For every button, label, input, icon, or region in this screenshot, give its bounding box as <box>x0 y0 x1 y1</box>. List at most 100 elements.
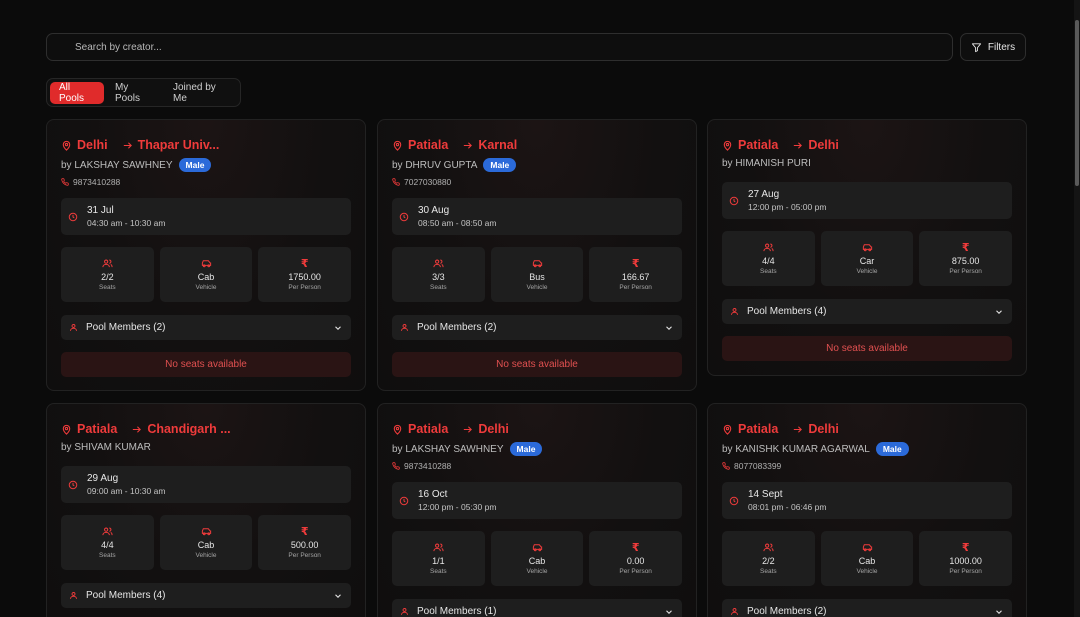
price-label: Per Person <box>619 283 652 291</box>
status-no-seats: No seats available <box>61 352 351 377</box>
rupee-icon: ₹ <box>631 257 640 270</box>
clock-icon <box>399 212 409 221</box>
vehicle-stat: Bus Vehicle <box>490 247 584 302</box>
users-icon <box>763 243 774 251</box>
vehicle-value: Car <box>859 255 875 266</box>
route-from: Delhi <box>77 138 108 152</box>
vehicle-value: Cab <box>858 555 876 566</box>
seats-label: Seats <box>760 267 777 275</box>
vehicle-stat: Cab Vehicle <box>159 247 253 302</box>
date-time-box: 14 Sept 08:01 pm - 06:46 pm <box>722 482 1012 519</box>
arrow-right-icon <box>123 141 132 149</box>
route-from: Patiala <box>738 422 779 436</box>
seats-label: Seats <box>430 567 447 575</box>
user-icon <box>70 324 77 331</box>
phone-icon <box>392 178 400 186</box>
arrow-right-icon <box>794 141 803 149</box>
rupee-icon: ₹ <box>300 525 309 538</box>
pool-card[interactable]: Patiala Chandigarh ... by SHIVAM KUMAR 2… <box>46 403 366 617</box>
vehicle-label: Vehicle <box>856 567 878 575</box>
users-icon <box>433 259 444 267</box>
tab-my-pools[interactable]: My Pools <box>106 82 162 104</box>
price-label: Per Person <box>288 551 321 559</box>
pool-card[interactable]: Patiala Delhi by KANISHK KUMAR AGARWAL M… <box>707 403 1027 617</box>
phone-number: 9873410288 <box>404 461 452 471</box>
creator-name: by KANISHK KUMAR AGARWAL <box>722 443 870 455</box>
users-icon <box>763 543 774 551</box>
page-scrollbar[interactable] <box>1074 0 1080 617</box>
seats-stat: 4/4 Seats <box>722 231 815 286</box>
price-value: 0.00 <box>626 555 645 566</box>
pool-card[interactable]: Patiala Delhi by LAKSHAY SAWHNEY Male 98… <box>377 403 697 617</box>
pool-card[interactable]: Patiala Delhi by HIMANISH PURI 27 Aug 12… <box>707 119 1027 376</box>
pool-members-toggle[interactable]: Pool Members (4) <box>61 583 351 608</box>
price-value: 500.00 <box>290 539 319 550</box>
pool-members-toggle[interactable]: Pool Members (2) <box>61 315 351 340</box>
pool-members-toggle[interactable]: Pool Members (4) <box>722 299 1012 324</box>
pool-date: 31 Jul <box>87 204 114 216</box>
chevron-down-icon <box>996 609 1002 614</box>
tab-all-pools[interactable]: All Pools <box>50 81 104 104</box>
chevron-down-icon <box>335 325 341 330</box>
pool-members-toggle[interactable]: Pool Members (2) <box>392 315 682 340</box>
date-time-box: 30 Aug 08:50 am - 08:50 am <box>392 198 682 235</box>
search-input[interactable] <box>47 34 952 60</box>
pool-date: 27 Aug <box>748 188 780 200</box>
vehicle-label: Vehicle <box>526 283 548 291</box>
date-time-box: 29 Aug 09:00 am - 10:30 am <box>61 466 351 503</box>
route-title: Patiala Delhi <box>722 138 839 152</box>
vehicle-label: Vehicle <box>195 283 217 291</box>
vehicle-value: Cab <box>528 555 546 566</box>
pool-members-toggle[interactable]: Pool Members (2) <box>722 599 1012 617</box>
scrollbar-thumb[interactable] <box>1075 20 1079 186</box>
price-label: Per Person <box>949 267 982 275</box>
seats-value: 1/1 <box>432 555 445 566</box>
price-value: 875.00 <box>951 255 980 266</box>
price-label: Per Person <box>949 567 982 575</box>
route-from: Patiala <box>408 422 449 436</box>
filters-label: Filters <box>987 41 1016 53</box>
user-icon <box>401 608 408 615</box>
car-icon <box>201 527 211 535</box>
pool-card[interactable]: Delhi Thapar Univ... by LAKSHAY SAWHNEY … <box>46 119 366 391</box>
stats-row: 1/1 Seats Cab Vehicle ₹ 0.00 Per Person <box>392 531 683 586</box>
pool-members-label: Pool Members (4) <box>747 306 827 317</box>
price-value: 1000.00 <box>949 555 982 566</box>
filters-button[interactable]: Filters <box>960 33 1026 61</box>
creator-name: by HIMANISH PURI <box>722 158 811 169</box>
seats-value: 3/3 <box>432 271 445 282</box>
chevron-down-icon <box>996 309 1002 314</box>
price-label: Per Person <box>288 283 321 291</box>
route-title: Patiala Delhi <box>392 422 509 436</box>
seats-stat: 2/2 Seats <box>722 531 815 586</box>
pool-members-toggle[interactable]: Pool Members (1) <box>392 599 682 617</box>
filter-icon <box>971 42 981 52</box>
stats-row: 4/4 Seats Car Vehicle ₹ 875.00 Per Perso… <box>722 231 1013 286</box>
clock-icon <box>399 496 409 505</box>
user-icon <box>731 608 738 615</box>
pool-card[interactable]: Patiala Karnal by DHRUV GUPTA Male 70270… <box>377 119 697 391</box>
gender-badge: Male <box>875 442 909 456</box>
seats-label: Seats <box>760 567 777 575</box>
vehicle-value: Cab <box>197 539 215 550</box>
creator-line: by HIMANISH PURI <box>722 158 811 169</box>
vehicle-label: Vehicle <box>526 567 548 575</box>
tab-joined-by-me[interactable]: Joined by Me <box>164 82 237 104</box>
pool-time: 09:00 am - 10:30 am <box>87 485 166 496</box>
pool-time: 12:00 pm - 05:30 pm <box>418 501 497 512</box>
creator-phone: 9873410288 <box>61 177 120 187</box>
phone-number: 7027030880 <box>404 177 452 187</box>
vehicle-value: Bus <box>529 271 545 282</box>
pool-time: 04:30 am - 10:30 am <box>87 217 166 228</box>
status-no-seats: No seats available <box>392 352 682 377</box>
map-pin-icon <box>723 424 732 435</box>
route-to: Chandigarh ... <box>147 422 231 436</box>
pool-members-label: Pool Members (4) <box>86 590 166 601</box>
clock-icon <box>729 196 739 205</box>
price-stat: ₹ 1750.00 Per Person <box>258 247 352 302</box>
vehicle-stat: Cab Vehicle <box>820 531 914 586</box>
price-stat: ₹ 0.00 Per Person <box>589 531 683 586</box>
clock-icon <box>68 480 78 489</box>
users-icon <box>102 527 113 535</box>
route-title: Patiala Delhi <box>722 422 839 436</box>
